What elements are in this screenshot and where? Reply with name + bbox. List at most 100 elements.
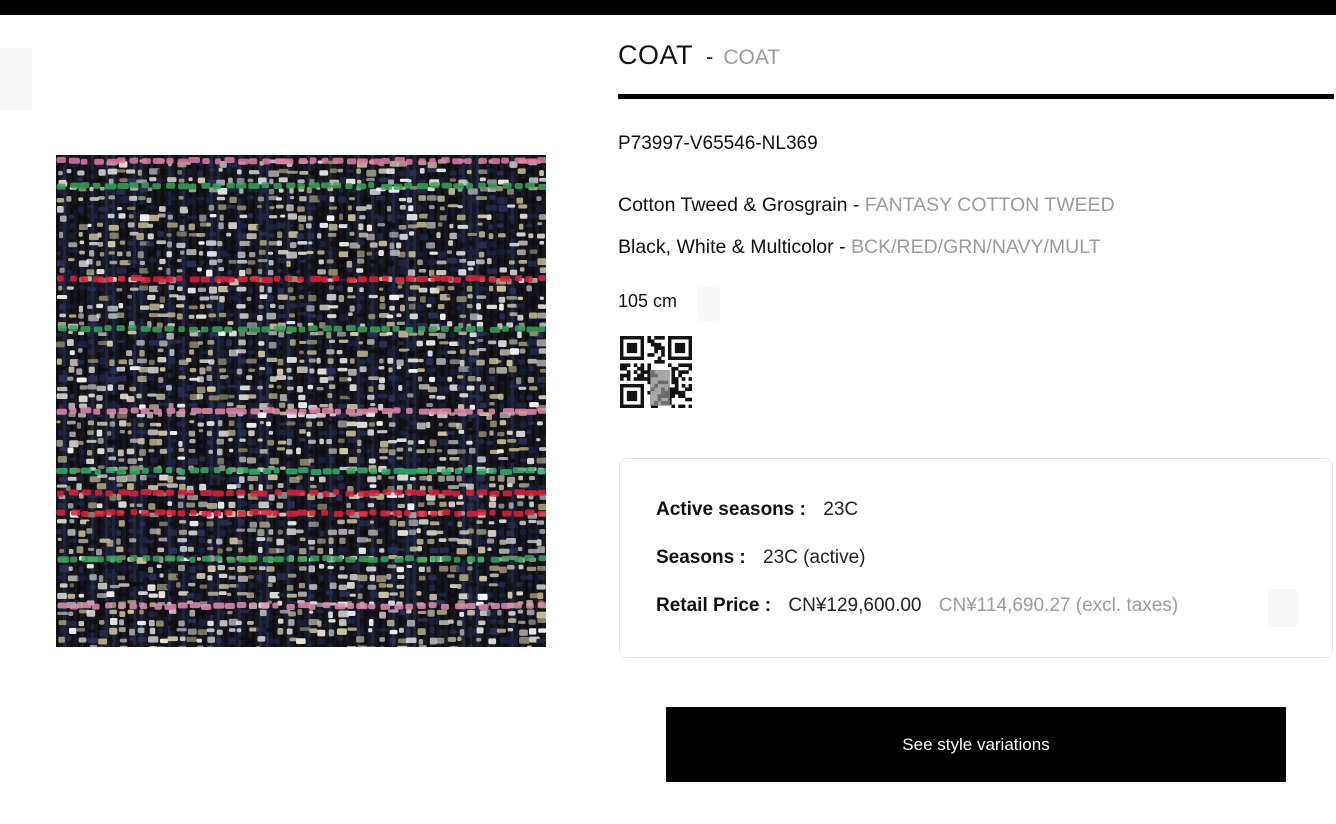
weave-fleck [407,350,416,358]
weave-fleck [446,294,455,298]
weave-fleck [57,240,65,247]
weave-fleck [68,314,77,318]
weave-fleck [349,305,355,312]
weave-fleck [317,538,326,544]
weave-fleck [56,197,65,203]
weave-fleck [86,449,93,456]
weave-fleck [189,609,196,617]
weave-fleck [536,457,546,464]
weave-stripe [238,158,249,165]
weave-fleck [489,385,495,391]
weave-fleck [477,546,486,554]
weave-fleck [76,422,81,429]
weave-fleck [268,494,275,501]
weave-fleck [66,304,74,309]
weave-stripe [105,490,113,497]
qr-module [657,346,662,350]
weave-stripe [189,467,200,474]
weave-fleck [208,313,217,318]
weave-stripe [346,467,356,474]
weave-fleck [537,285,546,291]
weave-fleck [497,223,504,228]
weave-fleck [406,609,412,614]
weave-fleck [236,528,246,532]
weave-fleck [347,537,355,543]
weave-stripe [440,603,450,610]
weave-fleck [417,546,422,552]
weave-fleck [259,240,267,246]
weave-fleck [446,530,458,536]
weave-fleck [286,321,296,325]
weave-fleck [409,285,420,290]
weave-fleck [347,286,353,293]
weave-fleck [366,449,371,453]
weave-stripe [321,509,329,516]
weave-fleck [327,565,334,570]
weave-fleck [516,537,527,543]
weave-fleck [206,386,216,392]
weave-fleck [166,267,171,275]
weave-fleck [178,520,187,524]
weave-fleck [247,476,259,482]
weave-fleck [318,564,325,569]
weave-fleck [257,268,263,275]
weave-stripe [477,325,484,332]
weave-fleck [528,628,537,635]
weave-fleck [489,619,497,624]
weave-fleck [116,529,122,536]
weave-fleck [198,537,206,544]
weave-fleck [449,548,457,553]
weave-fleck [517,609,523,614]
weave-stripe [141,467,149,474]
weave-fleck [337,519,345,525]
weave-fleck [257,636,266,642]
weave-fleck [329,547,334,555]
weave-fleck [468,240,474,247]
weave-fleck [386,314,394,319]
weave-fleck [167,636,178,642]
weave-fleck [429,627,435,634]
weave-fleck [99,178,108,182]
weave-fleck [447,637,457,642]
weave-fleck [407,393,414,398]
weave-fleck [347,205,352,211]
weave-fleck [436,584,443,589]
weave-fleck [218,204,227,210]
weave-fleck [399,430,407,436]
weave-fleck [119,611,126,617]
weave-fleck [129,582,137,587]
weave-fleck [207,591,219,596]
weave-fleck [517,359,525,365]
qr-code-icon[interactable] [620,336,693,409]
weave-fleck [228,575,236,580]
weave-fleck [199,584,208,589]
weave-fleck [319,403,329,408]
weave-stripe [502,182,512,189]
weave-fleck [498,456,509,460]
weave-fleck [337,502,343,506]
weave-stripe [153,467,163,474]
qr-module [633,363,638,368]
weave-fleck [289,303,298,309]
weave-fleck [399,233,408,240]
weave-stripe [189,556,196,563]
weave-fleck [129,637,135,641]
weave-fleck [269,376,277,382]
weave-fleck [539,368,546,373]
weave-fleck [406,573,411,577]
weave-fleck [369,267,375,274]
weave-fleck [379,350,386,356]
weave-stripe [166,157,174,164]
weave-stripe [298,157,308,164]
weave-fleck [457,636,462,642]
weave-fleck [328,223,338,231]
weave-fleck [159,340,168,347]
weave-stripe [356,183,367,190]
weave-stripe [514,556,524,563]
see-style-variations-button[interactable]: See style variations [666,707,1286,782]
weave-thread [175,155,178,647]
weave-fleck [148,359,155,365]
weave-fleck [507,565,515,570]
weave-fleck [129,592,136,597]
weave-fleck [117,449,124,457]
